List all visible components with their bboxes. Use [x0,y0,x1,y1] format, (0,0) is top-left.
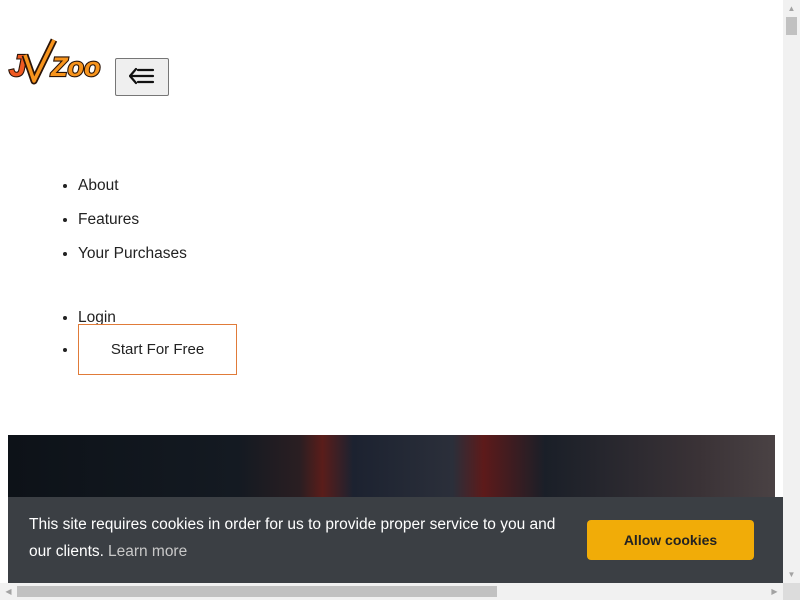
scroll-down-arrow-icon[interactable]: ▼ [783,566,800,583]
nav-item-start[interactable]: Start For Free [78,324,237,375]
jvzoo-logo-graphic: J Zoo [8,38,102,85]
vertical-scroll-thumb[interactable] [786,17,797,35]
scrollbar-corner [783,583,800,600]
scroll-up-arrow-icon[interactable]: ▲ [783,0,800,17]
auth-nav: Login Start For Free [0,307,237,375]
start-for-free-button[interactable]: Start For Free [78,324,237,375]
cookie-message: This site requires cookies in order for … [29,511,579,565]
horizontal-scrollbar[interactable]: ◀ ▶ [0,583,783,600]
nav-item-login[interactable]: Login [78,307,237,326]
allow-cookies-button[interactable]: Allow cookies [587,520,754,560]
menu-collapse-icon [128,67,155,88]
nav-link-your-purchases[interactable]: Your Purchases [78,245,187,262]
learn-more-link[interactable]: Learn more [108,543,187,560]
horizontal-scroll-thumb[interactable] [17,586,497,597]
nav-link-about[interactable]: About [78,177,119,194]
cookie-banner: This site requires cookies in order for … [8,497,783,583]
scroll-right-arrow-icon[interactable]: ▶ [766,583,783,600]
nav-item-features[interactable]: Features [78,209,187,243]
menu-toggle-button[interactable] [115,58,169,96]
vertical-scrollbar[interactable]: ▲ ▼ [783,0,800,583]
main-nav: About Features Your Purchases [0,175,187,277]
nav-item-your-purchases[interactable]: Your Purchases [78,243,187,277]
svg-text:Zoo: Zoo [50,52,100,82]
scroll-left-arrow-icon[interactable]: ◀ [0,583,17,600]
jvzoo-logo[interactable]: J Zoo [7,37,113,89]
nav-item-about[interactable]: About [78,175,187,209]
svg-text:J: J [9,48,27,83]
page: J Zoo About Features Your Purchases Logi… [0,0,783,583]
nav-link-features[interactable]: Features [78,211,139,228]
